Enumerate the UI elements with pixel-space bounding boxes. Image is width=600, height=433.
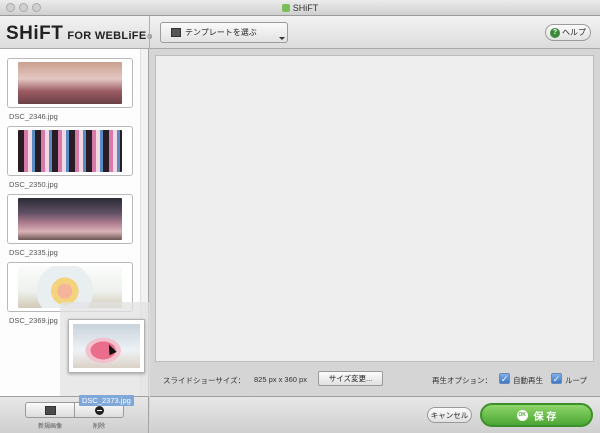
logo-main-text: SHiFT bbox=[6, 23, 64, 44]
footer-bar: キャンセル OK 保 存 bbox=[150, 396, 600, 433]
slideshow-size-label: スライドショーサイズ： bbox=[163, 376, 246, 385]
dragging-filename: DSC_2373.jpg bbox=[79, 395, 134, 406]
delete-image-label: 削除 bbox=[92, 424, 105, 430]
image-thumbnail[interactable] bbox=[7, 194, 133, 244]
logo-sub-text: FOR WEBLiFE bbox=[67, 30, 147, 42]
zoom-window-icon[interactable] bbox=[32, 3, 41, 12]
ok-badge-icon: OK bbox=[516, 409, 528, 421]
help-button[interactable]: ? ヘルプ bbox=[545, 24, 591, 41]
app-logo: SHiFT FOR WEBLiFE ® bbox=[6, 23, 152, 44]
image-thumbnail[interactable] bbox=[7, 58, 133, 108]
thumbnail-filename: DSC_2346.jpg bbox=[9, 112, 58, 121]
dropdown-caret-icon bbox=[279, 37, 285, 40]
change-size-button[interactable]: サイズ変更... bbox=[318, 371, 383, 386]
thumbnail-filename: DSC_2335.jpg bbox=[9, 248, 58, 257]
autoplay-checkbox[interactable]: ✓ bbox=[499, 373, 510, 384]
help-icon: ? bbox=[550, 27, 560, 38]
image-thumbnail[interactable] bbox=[7, 126, 133, 176]
thumbnail-filename: DSC_2369.jpg bbox=[9, 316, 58, 325]
loop-checkbox[interactable]: ✓ bbox=[551, 373, 562, 384]
choose-template-button[interactable]: テンプレートを選ぶ bbox=[160, 22, 288, 43]
slideshow-preview-area[interactable] bbox=[155, 55, 594, 362]
help-label: ヘルプ bbox=[562, 28, 586, 37]
add-image-button[interactable] bbox=[25, 402, 75, 418]
thumbnail-image bbox=[18, 198, 122, 240]
choose-template-label: テンプレートを選ぶ bbox=[185, 28, 257, 37]
add-image-label: 新規画像 bbox=[37, 424, 62, 430]
thumbnail-image bbox=[18, 62, 122, 104]
window-controls[interactable] bbox=[6, 3, 41, 12]
header-bar: SHiFT FOR WEBLiFE ® テンプレートを選ぶ ? ヘルプ bbox=[0, 16, 600, 49]
playback-options-label: 再生オプション： bbox=[432, 376, 492, 385]
window-title: SHiFT bbox=[292, 2, 319, 13]
loop-label: ループ bbox=[565, 376, 588, 385]
cancel-button[interactable]: キャンセル bbox=[427, 407, 472, 423]
window-titlebar: SHiFT bbox=[0, 0, 600, 16]
thumbnail-filename: DSC_2350.jpg bbox=[9, 180, 58, 189]
slideshow-size-value: 825 px x 360 px bbox=[254, 375, 307, 384]
template-icon bbox=[171, 28, 181, 37]
close-window-icon[interactable] bbox=[6, 3, 15, 12]
header-divider bbox=[149, 16, 150, 49]
minimize-window-icon[interactable] bbox=[19, 3, 28, 12]
slideshow-options-bar: スライドショーサイズ： 825 px x 360 px サイズ変更... 再生オ… bbox=[150, 368, 600, 390]
save-button[interactable]: OK 保 存 bbox=[480, 403, 593, 427]
main-panel: スライドショーサイズ： 825 px x 360 px サイズ変更... 再生オ… bbox=[150, 49, 600, 396]
autoplay-label: 自動再生 bbox=[513, 376, 543, 385]
minus-icon bbox=[94, 405, 104, 415]
add-image-icon bbox=[44, 405, 56, 415]
thumbnail-image bbox=[18, 130, 122, 172]
app-icon bbox=[281, 3, 290, 12]
save-label: 保 存 bbox=[533, 411, 557, 423]
